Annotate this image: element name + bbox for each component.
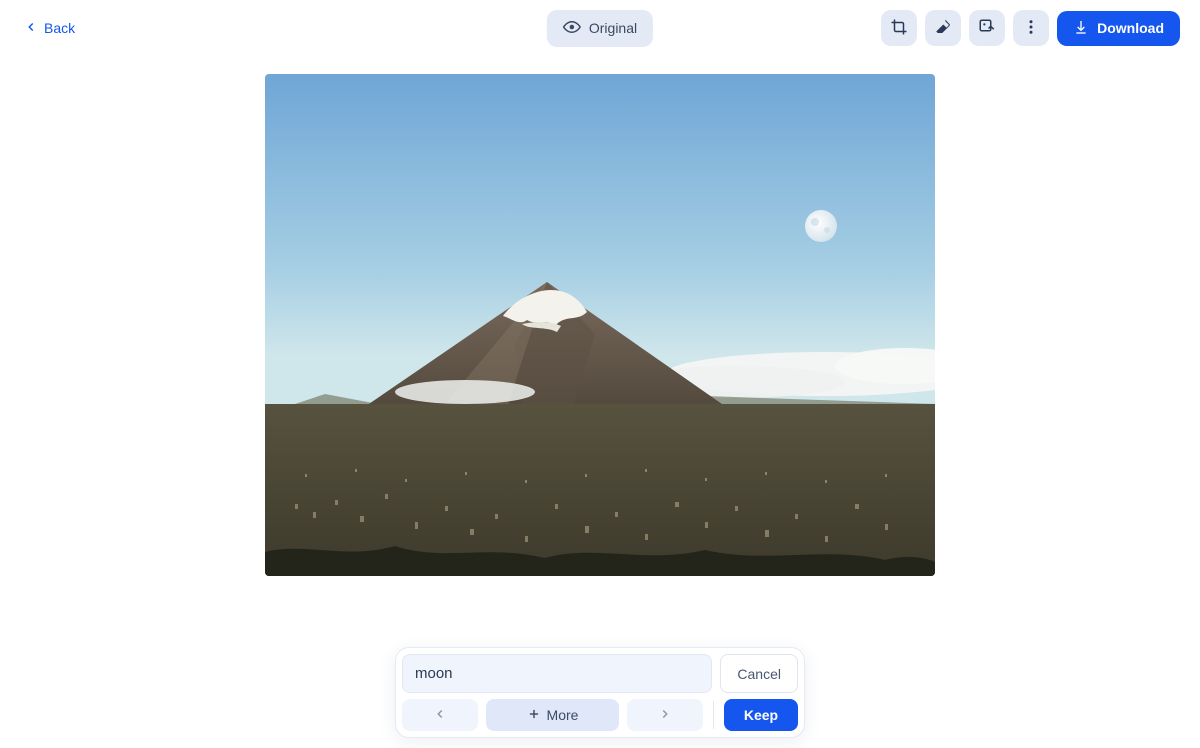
prompt-input[interactable]	[402, 654, 712, 693]
download-button[interactable]: Download	[1057, 11, 1180, 46]
more-vertical-icon	[1022, 18, 1040, 39]
back-label: Back	[44, 20, 75, 36]
prompt-panel: Cancel More Keep	[395, 647, 805, 738]
image-canvas[interactable]	[265, 74, 935, 576]
plus-icon	[527, 707, 541, 724]
chevron-left-icon	[433, 707, 447, 724]
original-label: Original	[589, 20, 637, 36]
generate-more-button[interactable]: More	[486, 699, 619, 731]
image-edit-tool-button[interactable]	[969, 10, 1005, 46]
divider	[713, 701, 714, 729]
more-options-button[interactable]	[1013, 10, 1049, 46]
prev-variation-button[interactable]	[402, 699, 478, 731]
center-toolbar-slot: Original	[547, 6, 653, 50]
crop-icon	[890, 18, 908, 39]
right-tool-group: Download	[881, 10, 1180, 46]
view-original-button[interactable]: Original	[547, 10, 653, 47]
chevron-left-icon	[24, 20, 38, 37]
eraser-tool-button[interactable]	[925, 10, 961, 46]
keep-label: Keep	[744, 707, 778, 723]
eraser-icon	[934, 18, 952, 39]
eye-icon	[563, 18, 581, 39]
chevron-right-icon	[658, 707, 672, 724]
prompt-row: Cancel	[402, 654, 798, 693]
next-variation-button[interactable]	[627, 699, 703, 731]
download-label: Download	[1097, 20, 1164, 36]
cancel-label: Cancel	[737, 666, 781, 682]
download-icon	[1073, 19, 1089, 38]
crop-tool-button[interactable]	[881, 10, 917, 46]
back-button[interactable]: Back	[20, 14, 79, 43]
image-edit-icon	[978, 18, 996, 39]
actions-row: More Keep	[402, 699, 798, 731]
edited-image	[265, 74, 935, 576]
cancel-button[interactable]: Cancel	[720, 654, 798, 693]
more-label: More	[547, 707, 579, 723]
keep-button[interactable]: Keep	[724, 699, 798, 731]
